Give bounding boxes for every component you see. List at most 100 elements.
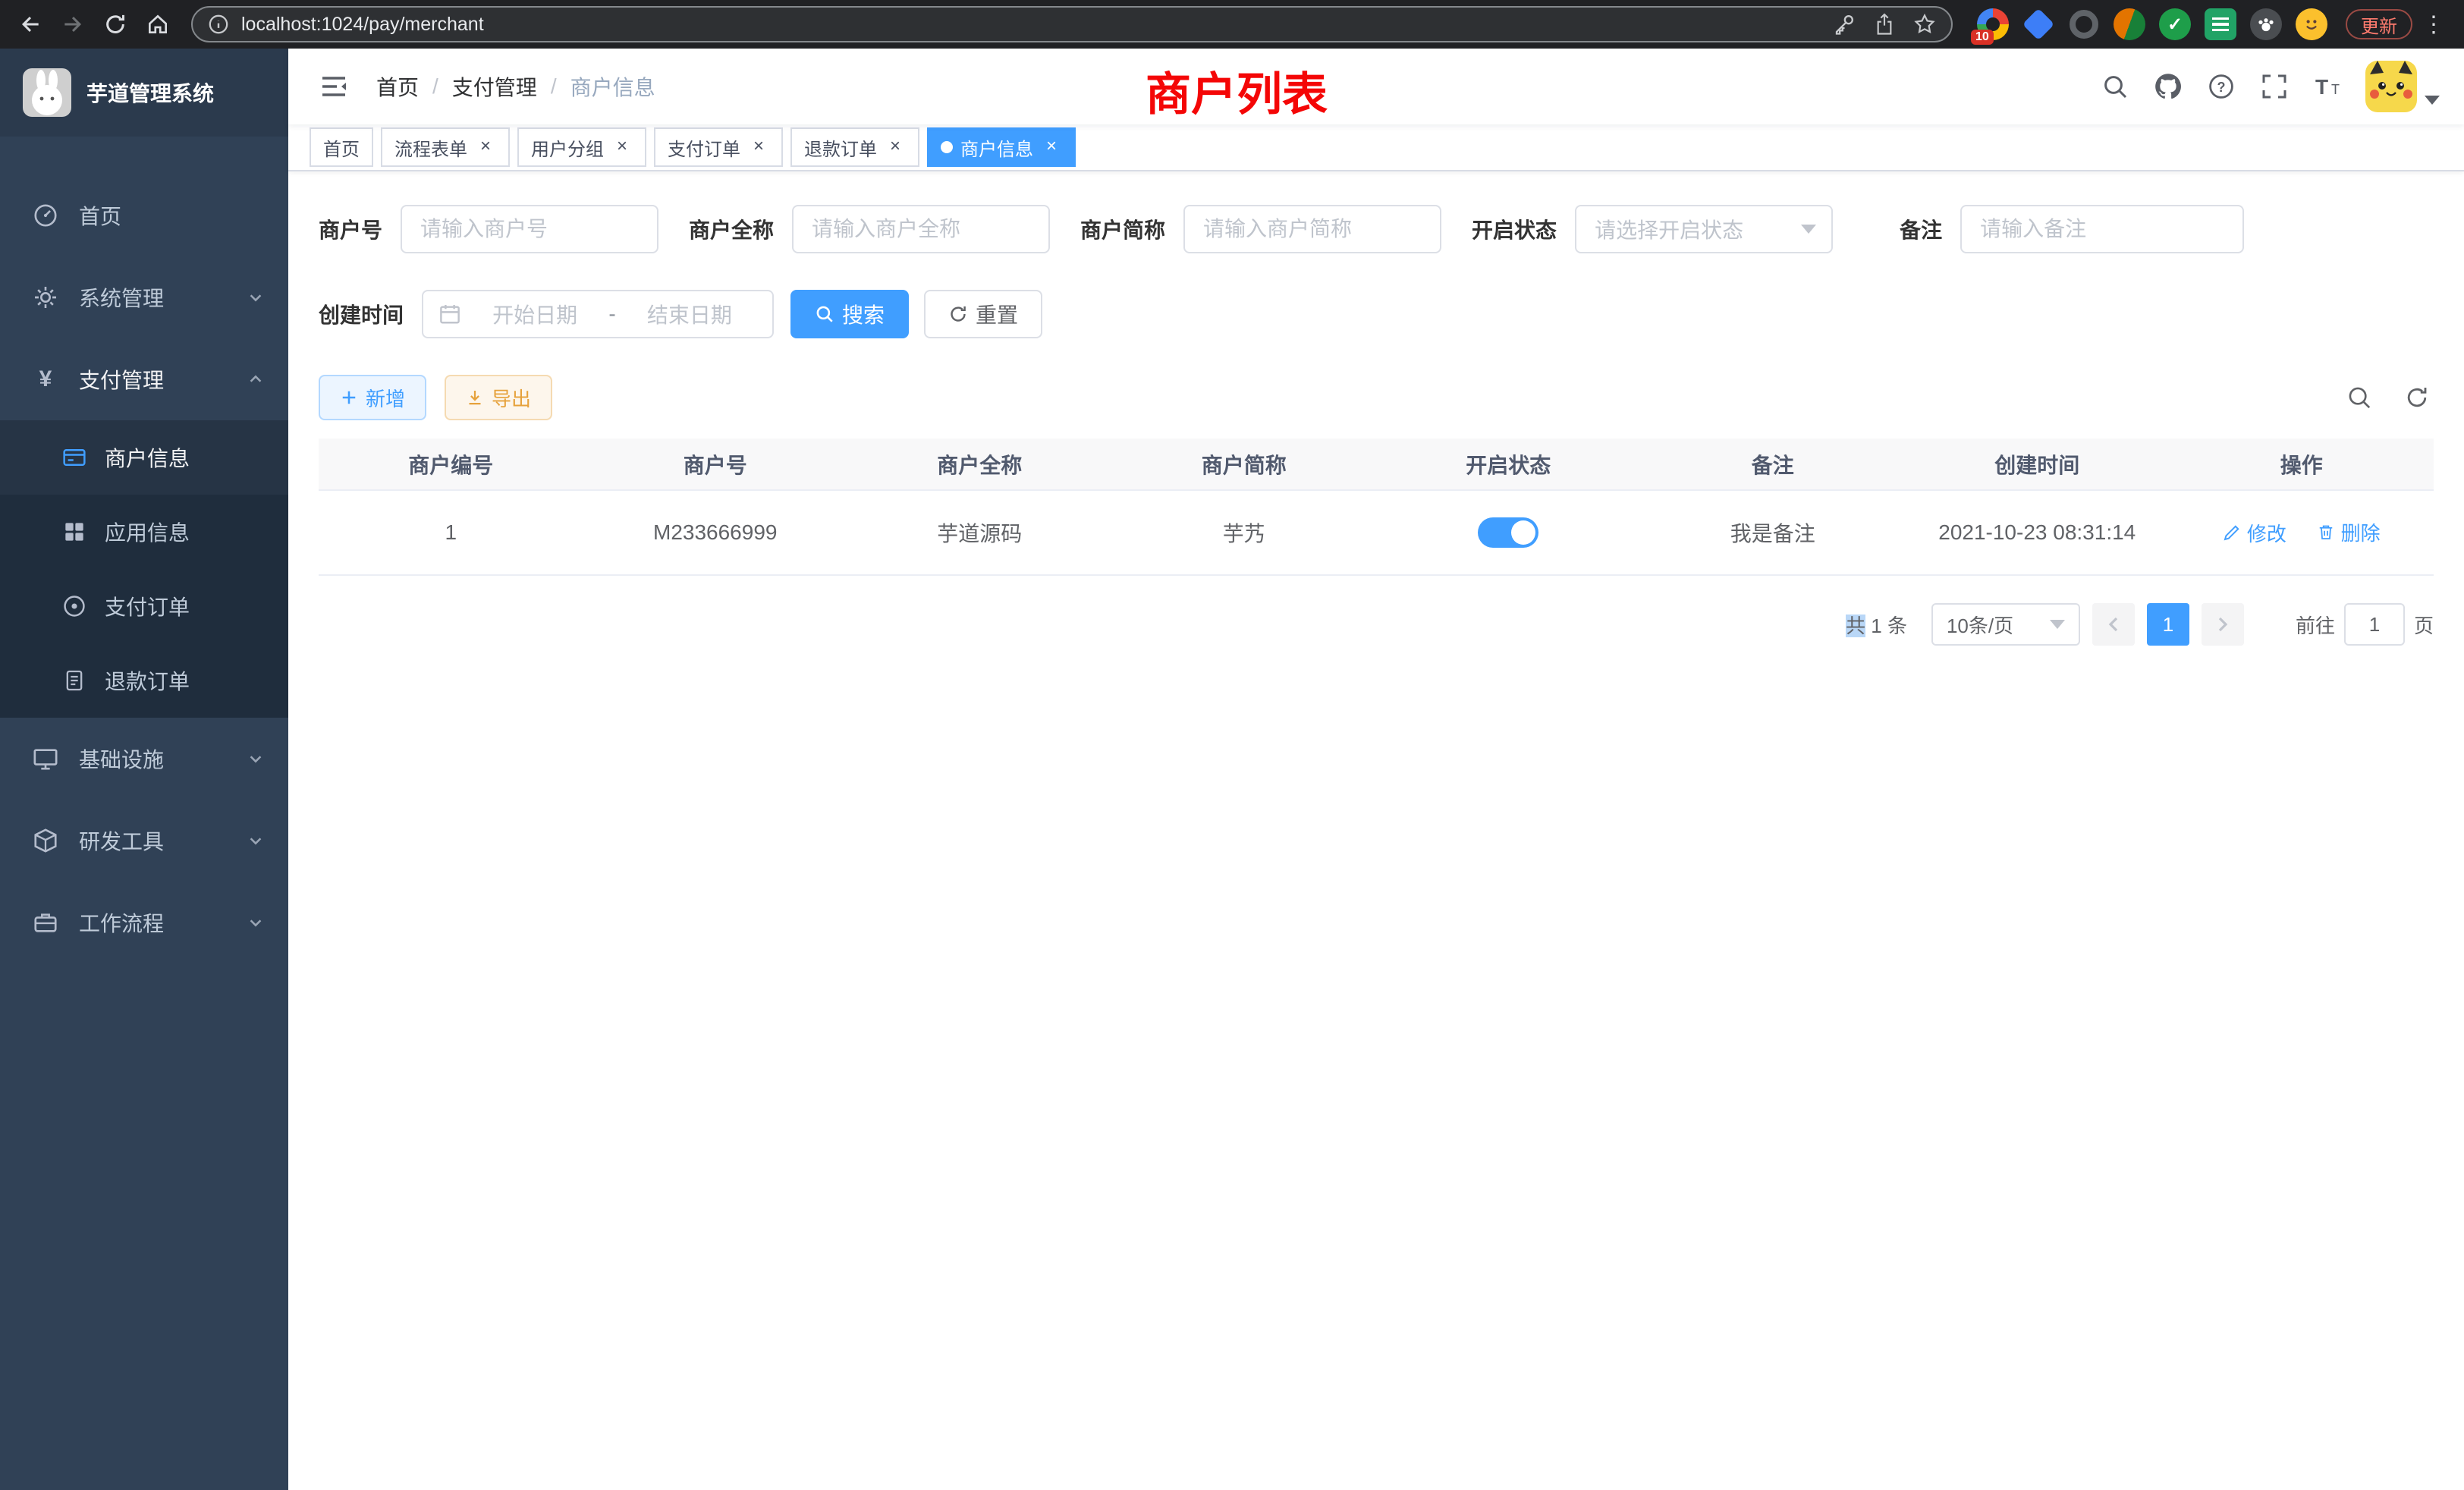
refresh-icon[interactable]	[2400, 381, 2434, 414]
order-target-icon	[62, 594, 86, 618]
prev-page-button[interactable]	[2092, 603, 2135, 646]
page-1-button[interactable]: 1	[2147, 603, 2189, 646]
tab-refund-order[interactable]: 退款订单×	[790, 127, 919, 167]
browser-reload-button[interactable]	[94, 3, 137, 46]
address-bar[interactable]: localhost:1024/pay/merchant	[191, 6, 1953, 42]
merchant-short-input[interactable]	[1183, 205, 1441, 253]
help-icon[interactable]: ?	[2206, 71, 2236, 102]
cell-remark: 我是备注	[1641, 490, 1906, 575]
tab-merchant-info[interactable]: 商户信息×	[927, 127, 1076, 167]
page-size-select[interactable]: 10条/页	[1931, 603, 2080, 646]
col-status: 开启状态	[1376, 439, 1641, 490]
breadcrumb-payment[interactable]: 支付管理	[452, 71, 537, 102]
tags-view-bar: 首页 流程表单× 用户分组× 支付订单× 退款订单× 商户信息×	[288, 124, 2464, 171]
tab-close-icon[interactable]: ×	[748, 137, 769, 158]
edit-link[interactable]: 修改	[2223, 519, 2286, 547]
sidebar-item-app-info[interactable]: 应用信息	[0, 495, 288, 569]
payment-submenu: 商户信息 应用信息 支付订单	[0, 420, 288, 718]
main-area: 首页 支付管理 商户信息 ?	[288, 49, 2464, 1490]
tab-home[interactable]: 首页	[310, 127, 373, 167]
password-key-icon[interactable]	[1833, 13, 1856, 36]
extension-drop-icon[interactable]	[2022, 8, 2054, 40]
yen-icon: ¥	[32, 366, 59, 393]
avatar-caret-down-icon[interactable]	[2425, 96, 2440, 106]
extension-ring-icon[interactable]	[2068, 8, 2100, 40]
app-grid-icon	[62, 520, 86, 544]
chevron-down-icon	[247, 832, 264, 849]
chevron-down-icon	[247, 914, 264, 931]
active-tab-dot	[941, 141, 953, 153]
add-button[interactable]: 新增	[319, 375, 426, 420]
merchant-no-label: 商户号	[319, 214, 382, 244]
tab-close-icon[interactable]: ×	[1041, 137, 1062, 158]
export-button[interactable]: 导出	[445, 375, 552, 420]
delete-link[interactable]: 删除	[2317, 518, 2381, 546]
select-caret-down-icon	[2050, 620, 2065, 629]
col-merchant-no: 商户号	[583, 439, 848, 490]
sidebar-fold-icon[interactable]	[319, 70, 352, 103]
tab-user-group[interactable]: 用户分组×	[517, 127, 646, 167]
create-time-range-picker[interactable]: 开始日期 - 结束日期	[422, 290, 774, 338]
extension-notes-icon[interactable]	[2205, 8, 2236, 40]
cell-actions: 修改 删除	[2170, 490, 2434, 575]
extension-multicolor-icon[interactable]: 10	[1977, 8, 2009, 40]
next-page-button[interactable]	[2202, 603, 2244, 646]
status-toggle[interactable]	[1478, 517, 1538, 548]
merchant-no-input[interactable]	[401, 205, 658, 253]
reset-button[interactable]: 重置	[924, 290, 1042, 338]
gear-icon	[32, 284, 59, 311]
share-icon[interactable]	[1874, 13, 1895, 36]
extension-smiley-icon[interactable]	[2296, 8, 2327, 40]
github-icon[interactable]	[2153, 71, 2183, 102]
sidebar-item-label: 应用信息	[105, 517, 190, 547]
sidebar-item-merchant-info[interactable]: 商户信息	[0, 420, 288, 495]
fullscreen-icon[interactable]	[2259, 71, 2290, 102]
bookmark-star-icon[interactable]	[1913, 13, 1936, 36]
browser-home-button[interactable]	[137, 3, 179, 46]
sidebar-item-workflow[interactable]: 工作流程	[0, 882, 288, 963]
tab-process-form[interactable]: 流程表单×	[381, 127, 510, 167]
sidebar-item-devtools[interactable]: 研发工具	[0, 800, 288, 882]
status-select-placeholder: 请选择开启状态	[1595, 214, 1801, 244]
col-actions: 操作	[2170, 439, 2434, 490]
table-row: 1 M233666999 芋道源码 芋艿 我是备注 2021-10-23 08:…	[319, 490, 2434, 575]
extension-paw-icon[interactable]	[2250, 8, 2282, 40]
tab-close-icon[interactable]: ×	[475, 137, 496, 158]
tab-close-icon[interactable]: ×	[611, 137, 633, 158]
cell-create-time: 2021-10-23 08:31:14	[1905, 490, 2170, 575]
user-avatar[interactable]	[2365, 61, 2417, 112]
tab-pay-order[interactable]: 支付订单×	[654, 127, 783, 167]
infra-monitor-icon	[32, 745, 59, 772]
logo[interactable]: 芋道管理系统	[0, 49, 288, 137]
goto-page-input[interactable]	[2344, 603, 2405, 646]
screen: localhost:1024/pay/merchant 10 ✓	[0, 0, 2464, 1490]
sidebar: 芋道管理系统 首页 系统管理	[0, 49, 288, 1490]
browser-update-button[interactable]: 更新	[2346, 9, 2412, 39]
breadcrumb-home[interactable]: 首页	[376, 71, 419, 102]
sidebar-item-infra[interactable]: 基础设施	[0, 718, 288, 800]
browser-forward-button[interactable]	[52, 3, 94, 46]
filter-row-1: 商户号 商户全称 商户简称 开启状态 请选择开启状态	[319, 205, 2434, 253]
sidebar-item-home[interactable]: 首页	[0, 174, 288, 256]
browser-menu-icon[interactable]: ⋮	[2418, 11, 2449, 38]
sidebar-item-system[interactable]: 系统管理	[0, 256, 288, 338]
logo-rabbit-avatar	[23, 68, 71, 117]
extension-duotone-icon[interactable]	[2114, 8, 2145, 40]
sidebar-item-payment[interactable]: ¥ 支付管理	[0, 338, 288, 420]
toggle-search-icon[interactable]	[2343, 381, 2376, 414]
sidebar-item-pay-order[interactable]: 支付订单	[0, 569, 288, 643]
refund-doc-icon	[62, 668, 86, 693]
browser-back-button[interactable]	[9, 3, 52, 46]
tab-close-icon[interactable]: ×	[885, 137, 906, 158]
sidebar-item-refund-order[interactable]: 退款订单	[0, 643, 288, 718]
search-icon[interactable]	[2100, 71, 2130, 102]
font-size-icon[interactable]: TT	[2312, 71, 2343, 102]
extension-check-icon[interactable]: ✓	[2159, 8, 2191, 40]
remark-input[interactable]	[1960, 205, 2244, 253]
site-info-icon[interactable]	[208, 14, 229, 35]
search-button[interactable]: 搜索	[790, 290, 909, 338]
browser-toolbar: localhost:1024/pay/merchant 10 ✓	[0, 0, 2464, 49]
status-select[interactable]: 请选择开启状态	[1575, 205, 1833, 253]
workflow-briefcase-icon	[32, 909, 59, 936]
merchant-name-input[interactable]	[792, 205, 1050, 253]
